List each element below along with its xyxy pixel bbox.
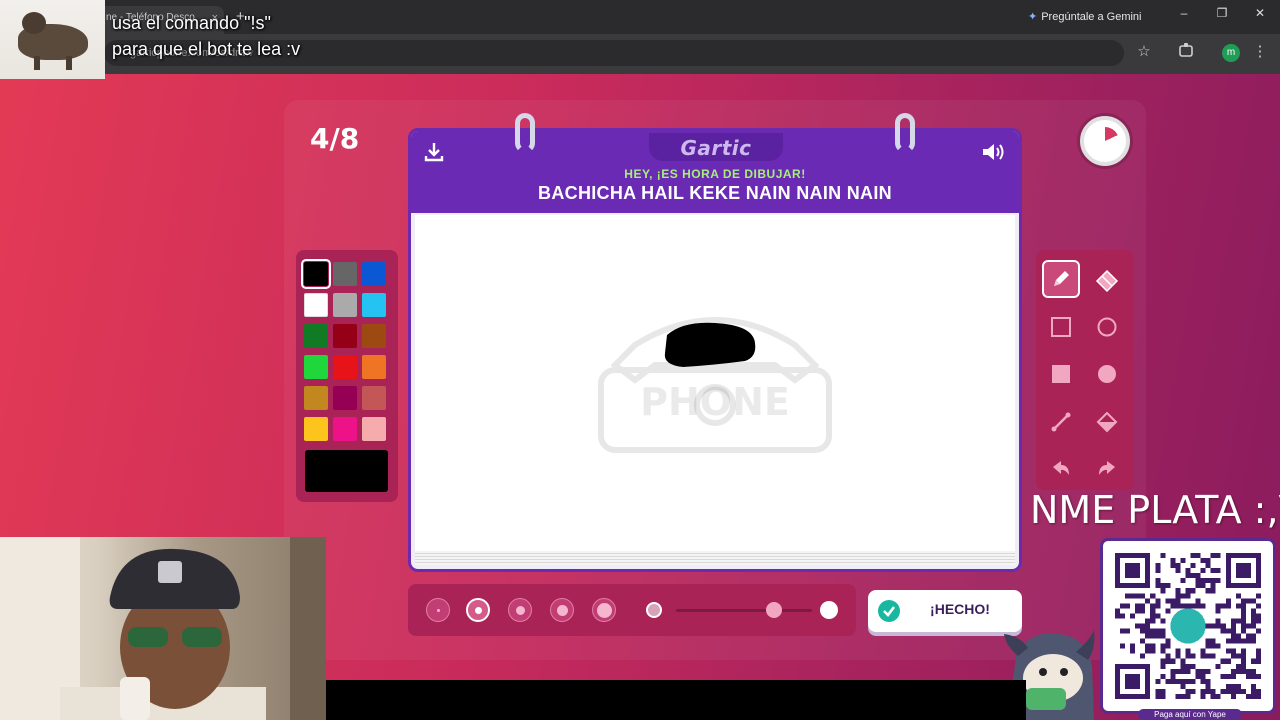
- volume-icon[interactable]: [981, 141, 1007, 163]
- binder-ring: [895, 113, 915, 153]
- profile-avatar[interactable]: m: [1222, 44, 1240, 62]
- browser-toolbar: ne - Teléfono Desco × + ✦ Pregúntale a Ge…: [0, 0, 1280, 74]
- color-swatch[interactable]: [333, 417, 357, 441]
- brush-size-5[interactable]: [592, 598, 616, 622]
- eraser-icon[interactable]: [1088, 260, 1126, 298]
- gartic-logo: Gartic: [680, 136, 752, 160]
- line-icon[interactable]: [1042, 403, 1080, 441]
- qr-caption: Paga aquí con Yape: [1138, 709, 1242, 720]
- ellipse-outline-icon[interactable]: [1088, 308, 1126, 346]
- brush-size-2[interactable]: [466, 598, 490, 622]
- drawing-prompt: BACHICHA HAIL KEKE NAIN NAIN NAIN: [538, 183, 892, 203]
- pencil-icon[interactable]: [1042, 260, 1080, 298]
- color-swatch[interactable]: [304, 293, 328, 317]
- color-swatch[interactable]: [362, 386, 386, 410]
- ellipse-filled-icon[interactable]: [1088, 355, 1126, 393]
- brush-settings-bar: [408, 584, 856, 636]
- gemini-button[interactable]: ✦ Pregúntale a Gemini: [1018, 6, 1152, 28]
- drawing-card: Gartic HEY, ¡ES HORA DE DIBUJAR! BACHICH…: [408, 113, 1022, 572]
- done-label: ¡HECHO!: [930, 601, 990, 617]
- color-swatch[interactable]: [301, 259, 331, 289]
- gemini-star-icon: ✦: [1028, 11, 1038, 23]
- color-swatch[interactable]: [362, 417, 386, 441]
- download-icon[interactable]: [423, 141, 445, 163]
- stream-banner-text: NME PLATA :,V: [1030, 488, 1280, 532]
- gemini-label: Pregúntale a Gemini: [1041, 11, 1142, 23]
- drawing-canvas[interactable]: PHONE: [415, 215, 1015, 551]
- binder-ring: [515, 113, 535, 153]
- menu-kebab-icon[interactable]: ⋮: [1250, 42, 1270, 60]
- redo-icon[interactable]: [1088, 450, 1126, 488]
- color-swatch[interactable]: [333, 355, 357, 379]
- dog-head: [22, 12, 46, 34]
- color-swatch[interactable]: [362, 262, 386, 286]
- stream-caption-2: para que el bot te lea :v: [112, 39, 301, 59]
- color-palette: [296, 250, 398, 502]
- color-swatch[interactable]: [362, 293, 386, 317]
- dog-leg: [66, 56, 72, 70]
- canvas-watermark: PHONE: [598, 317, 832, 453]
- rectangle-outline-icon[interactable]: [1042, 308, 1080, 346]
- minimize-button[interactable]: –: [1174, 6, 1194, 20]
- color-swatch[interactable]: [304, 324, 328, 348]
- color-swatch[interactable]: [362, 355, 386, 379]
- opacity-slider-thumb[interactable]: [766, 602, 782, 618]
- qr-code: [1100, 538, 1276, 714]
- webcam-feed: [0, 537, 326, 720]
- color-swatch[interactable]: [333, 324, 357, 348]
- current-color-preview: [305, 450, 388, 492]
- check-icon: [878, 600, 900, 622]
- draw-subtitle: HEY, ¡ES HORA DE DIBUJAR!: [624, 167, 806, 181]
- stream-caption-1: usa el comando "!s": [112, 13, 271, 33]
- maximize-button[interactable]: ❐: [1212, 6, 1232, 20]
- close-window-button[interactable]: ✕: [1250, 6, 1270, 20]
- brush-size-1[interactable]: [426, 598, 450, 622]
- logo-plate: Gartic: [649, 133, 783, 161]
- opacity-min-icon: [646, 602, 662, 618]
- dog-camera-overlay: [0, 0, 105, 79]
- undo-icon[interactable]: [1042, 450, 1080, 488]
- extensions-icon[interactable]: [1176, 42, 1196, 62]
- drawn-stroke: [664, 322, 756, 367]
- brush-size-3[interactable]: [508, 598, 532, 622]
- opacity-max-icon: [820, 601, 838, 619]
- dog-leg: [34, 56, 40, 70]
- bookmark-star-icon[interactable]: ☆: [1134, 42, 1154, 60]
- color-swatch[interactable]: [333, 386, 357, 410]
- color-swatch[interactable]: [304, 417, 328, 441]
- color-swatch[interactable]: [304, 386, 328, 410]
- brush-size-4[interactable]: [550, 598, 574, 622]
- stream-bottom-bar: [326, 680, 1026, 720]
- color-swatch[interactable]: [333, 293, 357, 317]
- card-header: Gartic HEY, ¡ES HORA DE DIBUJAR! BACHICH…: [411, 113, 1019, 213]
- tool-panel: [1036, 250, 1134, 490]
- round-counter: 4/8: [310, 122, 360, 155]
- color-swatch[interactable]: [362, 324, 386, 348]
- color-swatch[interactable]: [304, 355, 328, 379]
- card-page-edges: [415, 551, 1015, 565]
- rectangle-filled-icon[interactable]: [1042, 355, 1080, 393]
- watermark-text: PHONE: [640, 380, 790, 424]
- fill-bucket-icon[interactable]: [1088, 403, 1126, 441]
- opacity-slider[interactable]: [676, 609, 812, 612]
- color-swatch[interactable]: [333, 262, 357, 286]
- timer-icon: [1080, 116, 1130, 166]
- yape-logo-icon: [1170, 608, 1206, 644]
